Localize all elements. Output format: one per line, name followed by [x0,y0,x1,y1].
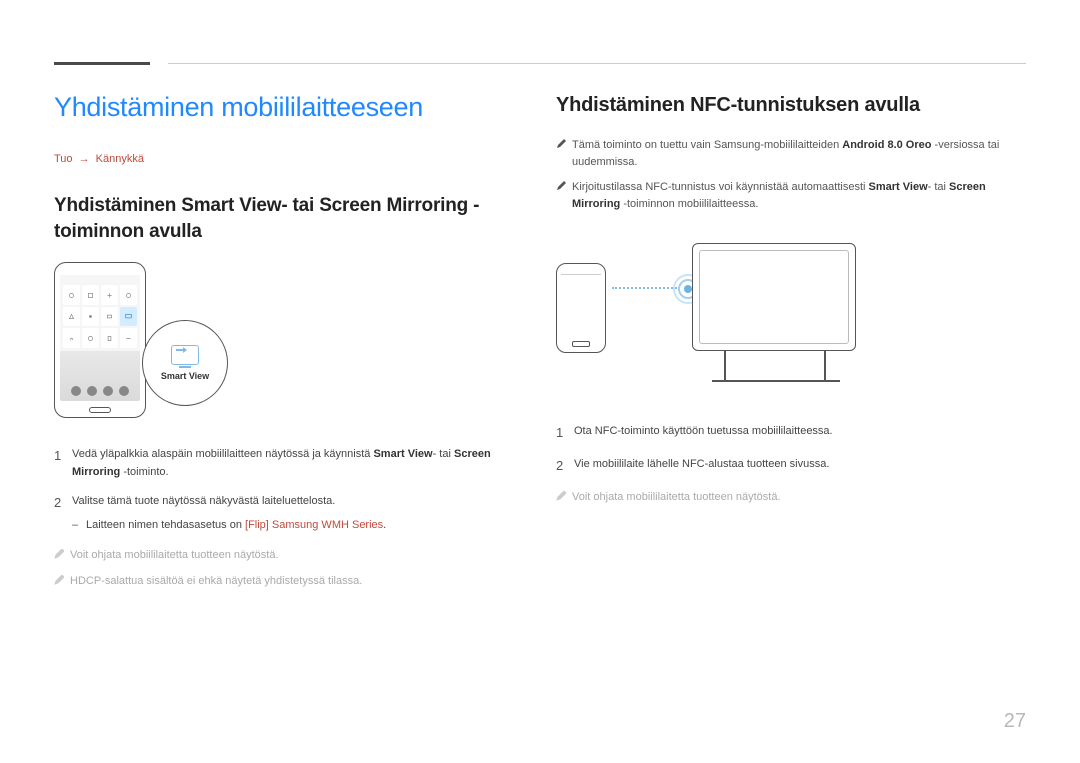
note-item: HDCP-salattua sisältöä ei ehkä näytetä y… [54,573,524,591]
step-number: 2 [556,456,574,477]
phone-outline [54,262,146,418]
nfc-phone-outline [556,263,606,353]
pencil-note-icon [54,547,70,565]
header-accent-rule [54,62,150,65]
step-1: 1 Ota NFC-toiminto käyttöön tuetussa mob… [556,423,1026,444]
step-2: 2 Valitse tämä tuote näytössä näkyvästä … [54,493,524,534]
step-1: 1 Vedä yläpalkkia alaspäin mobiililaitte… [54,446,524,481]
left-column: Yhdistäminen mobiililaitteeseen Tuo → Kä… [54,92,524,613]
breadcrumb-item-2: Kännykkä [96,153,144,165]
right-top-notes: Tämä toiminto on tuettu vain Samsung-mob… [556,137,1026,213]
step-number: 1 [54,446,72,481]
right-column: Yhdistäminen NFC-tunnistuksen avulla Täm… [556,92,1026,613]
step-2-sub: Laitteen nimen tehdasasetus on [Flip] Sa… [72,517,524,535]
breadcrumb: Tuo → Kännykkä [54,153,524,165]
smart-view-diagram: Smart View [54,262,234,422]
right-sub-title: Yhdistäminen NFC-tunnistuksen avulla [556,92,1026,119]
stand-leg [724,351,726,381]
page-number: 27 [1004,710,1026,733]
left-steps: 1 Vedä yläpalkkia alaspäin mobiililaitte… [54,446,524,534]
pencil-note-icon [556,489,572,507]
phone-screen [60,275,140,401]
left-notes: Voit ohjata mobiililaitetta tuotteen näy… [54,547,524,591]
page-content: Yhdistäminen mobiililaitteeseen Tuo → Kä… [54,92,1026,613]
stand-leg [824,351,826,381]
note-item: Voit ohjata mobiililaitetta tuotteen näy… [556,489,1026,507]
phone-dock [60,351,140,401]
nfc-diagram [556,243,926,393]
nfc-signal-dots [612,287,680,289]
flip-board-outline [692,243,856,351]
left-sub-title: Yhdistäminen Smart View- tai Screen Mirr… [54,193,524,244]
step-text: Vedä yläpalkkia alaspäin mobiililaitteen… [72,446,524,481]
pencil-note-icon [556,137,572,171]
smart-view-icon [171,345,199,365]
note-text: Tämä toiminto on tuettu vain Samsung-mob… [572,137,1026,171]
header-divider [168,63,1026,64]
pencil-note-icon [54,573,70,591]
smart-view-label: Smart View [161,371,209,381]
breadcrumb-item-1: Tuo [54,153,73,165]
right-steps: 1 Ota NFC-toiminto käyttöön tuetussa mob… [556,423,1026,477]
quick-settings-grid [60,275,140,351]
note-text: HDCP-salattua sisältöä ei ehkä näytetä y… [70,573,524,591]
note-item: Kirjoitustilassa NFC-tunnistus voi käynn… [556,179,1026,213]
note-item: Voit ohjata mobiililaitetta tuotteen näy… [54,547,524,565]
right-bottom-notes: Voit ohjata mobiililaitetta tuotteen näy… [556,489,1026,507]
step-text: Vie mobiililaite lähelle NFC-alustaa tuo… [574,456,1026,477]
step-number: 2 [54,493,72,534]
note-text: Kirjoitustilassa NFC-tunnistus voi käynn… [572,179,1026,213]
breadcrumb-arrow-icon: → [76,153,93,165]
pencil-note-icon [556,179,572,213]
step-2: 2 Vie mobiililaite lähelle NFC-alustaa t… [556,456,1026,477]
main-title: Yhdistäminen mobiililaitteeseen [54,92,524,123]
phone-home-button [89,407,111,413]
note-item: Tämä toiminto on tuettu vain Samsung-mob… [556,137,1026,171]
note-text: Voit ohjata mobiililaitetta tuotteen näy… [572,489,1026,507]
step-text: Ota NFC-toiminto käyttöön tuetussa mobii… [574,423,1026,444]
note-text: Voit ohjata mobiililaitetta tuotteen näy… [70,547,524,565]
step-text: Valitse tämä tuote näytössä näkyvästä la… [72,493,524,534]
stand-base [712,380,840,382]
smart-view-quick-tile [120,307,137,327]
smart-view-callout: Smart View [142,320,228,406]
step-number: 1 [556,423,574,444]
